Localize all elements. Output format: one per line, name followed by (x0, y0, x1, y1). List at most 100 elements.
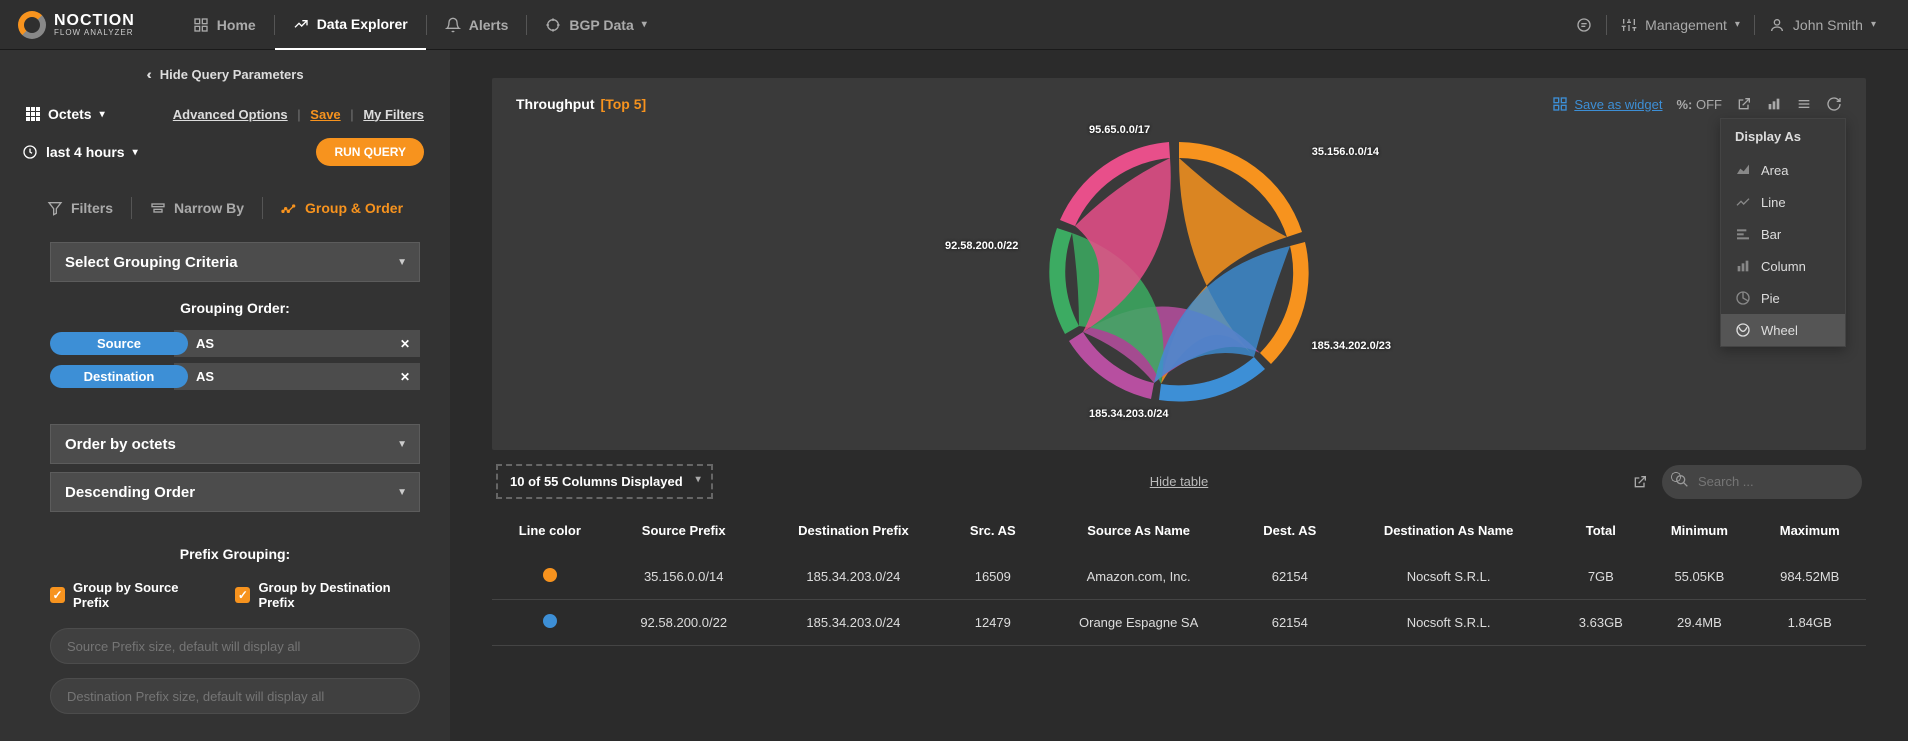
grouping-chips: Source AS✕ Destination AS✕ (50, 330, 420, 396)
prefix-grouping-label: Prefix Grouping: (50, 546, 420, 562)
table-row[interactable]: 92.58.200.0/22185.34.203.0/2412479Orange… (492, 600, 1866, 646)
chord-label-c: 92.58.200.0/22 (945, 240, 1018, 252)
table-header-row: Line color Source Prefix Destination Pre… (492, 509, 1866, 553)
hbar-icon (1735, 226, 1751, 242)
brand-sub: FLOW ANALYZER (54, 29, 135, 37)
save-as-widget-link[interactable]: Save as widget (1552, 96, 1662, 112)
search-icon (1674, 473, 1690, 489)
chevron-down-icon: ▾ (642, 19, 647, 30)
src-prefix-size-input[interactable] (50, 628, 420, 664)
menu-icon[interactable] (1796, 96, 1812, 112)
nav-chat[interactable] (1562, 0, 1606, 50)
nav-management[interactable]: Management ▾ (1607, 0, 1754, 50)
chevron-down-icon: ▾ (1735, 19, 1740, 30)
display-as-title: Display As (1721, 119, 1845, 154)
refresh-icon[interactable] (1826, 96, 1842, 112)
display-opt-line[interactable]: Line (1721, 186, 1845, 218)
display-opt-wheel[interactable]: Wheel (1721, 314, 1845, 346)
chevron-down-icon: ▾ (1871, 19, 1876, 30)
dst-prefix-size-input[interactable] (50, 678, 420, 714)
column-icon (1735, 258, 1751, 274)
tab-narrow-by[interactable]: Narrow By (132, 182, 262, 234)
display-as-popover: Display As Area Line Bar Column Pie Whee… (1720, 118, 1846, 347)
run-query-button[interactable]: RUN QUERY (316, 138, 424, 166)
chord-label-e: 185.34.203.0/24 (1089, 408, 1169, 420)
area-icon (1735, 162, 1751, 178)
logo-icon (18, 11, 46, 39)
chk-group-dst-prefix[interactable]: ✓Group by Destination Prefix (235, 580, 420, 610)
main-content: Throughput [Top 5] Save as widget %: OFF (450, 50, 1908, 741)
grid-icon (193, 17, 209, 33)
display-opt-area[interactable]: Area (1721, 154, 1845, 186)
wheel-icon (1735, 322, 1751, 338)
narrow-icon (150, 200, 166, 216)
row-color-dot (543, 614, 557, 628)
grouping-criteria-select[interactable]: Select Grouping Criteria▼ (50, 242, 420, 282)
time-range-selector[interactable]: last 4 hours ▾ (22, 144, 138, 160)
sort-direction-select[interactable]: Descending Order▼ (50, 472, 420, 512)
bell-icon (445, 17, 461, 33)
chat-icon (1576, 17, 1592, 33)
hide-query-toggle[interactable]: ‹‹ Hide Query Parameters (0, 50, 450, 98)
save-link[interactable]: Save (310, 107, 340, 122)
line-icon (1735, 194, 1751, 210)
columns-displayed-button[interactable]: 10 of 55 Columns Displayed (496, 464, 713, 499)
chevron-down-icon: ▾ (100, 109, 105, 120)
widget-icon (1552, 96, 1568, 112)
row-color-dot (543, 568, 557, 582)
table-search-input[interactable] (1662, 465, 1862, 499)
external-link-icon[interactable] (1736, 96, 1752, 112)
user-icon (1769, 17, 1785, 33)
line-chart-icon (293, 16, 309, 32)
remove-chip-icon[interactable]: ✕ (400, 370, 410, 384)
tab-group-order[interactable]: Group & Order (263, 182, 421, 234)
funnel-icon (47, 200, 63, 216)
display-opt-column[interactable]: Column (1721, 250, 1845, 282)
chord-label-a: 95.65.0.0/17 (1089, 124, 1150, 136)
pie-icon (1735, 290, 1751, 306)
percent-toggle[interactable]: %: OFF (1676, 97, 1722, 112)
order-by-select[interactable]: Order by octets▼ (50, 424, 420, 464)
grouping-order-label: Grouping Order: (50, 300, 420, 316)
chart-top-badge: [Top 5] (601, 96, 647, 112)
dots-grid-icon (26, 107, 40, 121)
clock-icon (22, 144, 38, 160)
chip-source[interactable]: Source AS✕ (50, 330, 420, 357)
nav-home[interactable]: Home (175, 0, 274, 50)
query-sidebar: ‹‹ Hide Query Parameters Octets ▾ Advanc… (0, 50, 450, 741)
hide-table-link[interactable]: Hide table (1150, 474, 1209, 489)
chord-label-b: 35.156.0.0/14 (1312, 146, 1379, 158)
checkbox-checked-icon: ✓ (50, 587, 65, 603)
chk-group-src-prefix[interactable]: ✓Group by Source Prefix (50, 580, 209, 610)
remove-chip-icon[interactable]: ✕ (400, 337, 410, 351)
group-order-icon (281, 200, 297, 216)
advanced-options-link[interactable]: Advanced Options (173, 107, 288, 122)
chord-label-d: 185.34.202.0/23 (1311, 340, 1391, 352)
target-icon (545, 17, 561, 33)
results-table: Line color Source Prefix Destination Pre… (492, 509, 1866, 646)
my-filters-link[interactable]: My Filters (363, 107, 424, 122)
table-row[interactable]: 35.156.0.0/14185.34.203.0/2416509Amazon.… (492, 553, 1866, 600)
export-icon[interactable] (1632, 474, 1648, 490)
brand-logo: NOCTION FLOW ANALYZER (18, 11, 135, 39)
nav-bgp-data[interactable]: BGP Data ▾ (527, 0, 664, 50)
chevrons-left-icon: ‹‹ (146, 66, 147, 82)
nav-alerts[interactable]: Alerts (427, 0, 527, 50)
top-nav: NOCTION FLOW ANALYZER Home Data Explorer… (0, 0, 1908, 50)
brand-name: NOCTION (54, 13, 135, 29)
nav-user[interactable]: John Smith ▾ (1755, 0, 1890, 50)
checkbox-checked-icon: ✓ (235, 587, 250, 603)
display-opt-bar[interactable]: Bar (1721, 218, 1845, 250)
display-opt-pie[interactable]: Pie (1721, 282, 1845, 314)
sliders-icon (1621, 17, 1637, 33)
chevron-down-icon: ▾ (133, 147, 138, 158)
chart-title: Throughput (516, 96, 595, 112)
metric-selector[interactable]: Octets ▾ (26, 106, 105, 122)
tab-filters[interactable]: Filters (29, 182, 131, 234)
chart-area: 95.65.0.0/17 35.156.0.0/14 92.58.200.0/2… (516, 112, 1842, 432)
bar-chart-icon[interactable] (1766, 96, 1782, 112)
chord-chart[interactable]: 95.65.0.0/17 35.156.0.0/14 92.58.200.0/2… (1029, 122, 1329, 422)
chip-destination[interactable]: Destination AS✕ (50, 363, 420, 390)
chart-card: Throughput [Top 5] Save as widget %: OFF (492, 78, 1866, 450)
nav-data-explorer[interactable]: Data Explorer (275, 0, 426, 50)
